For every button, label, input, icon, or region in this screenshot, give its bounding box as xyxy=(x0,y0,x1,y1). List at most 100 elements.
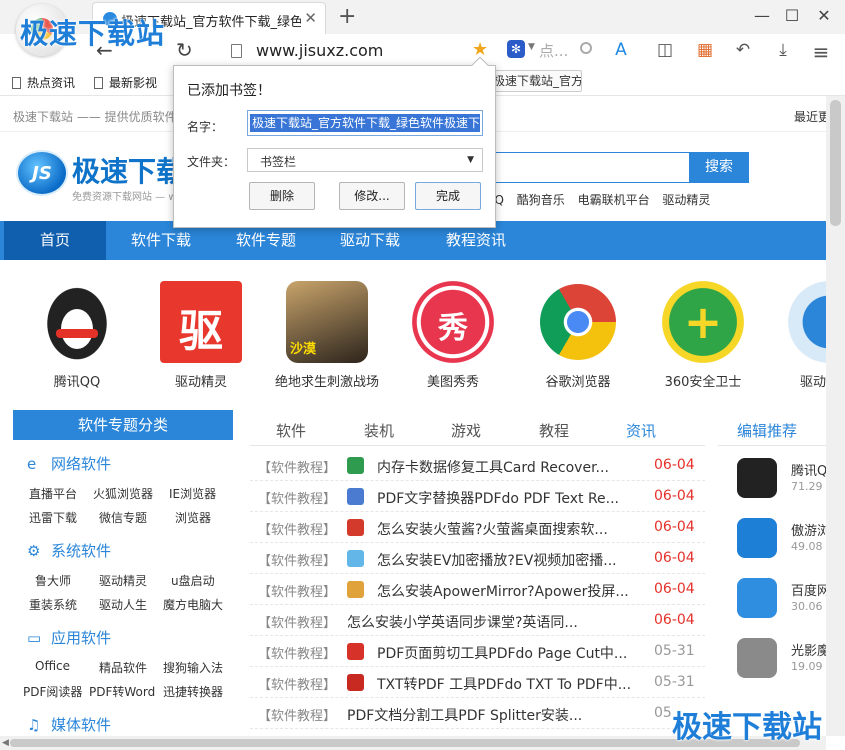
hot-link[interactable]: 电霸联机平台 xyxy=(578,193,650,207)
news-title[interactable]: 怎么安装火萤酱?火萤酱桌面搜索软... xyxy=(377,519,647,539)
news-row[interactable]: 【软件教程】 PDF页面剪切工具PDFdo Page Cut中... 05-31 xyxy=(250,636,705,667)
tab-software[interactable]: 软件 xyxy=(276,420,306,441)
app-tile[interactable]: + 360安全卫士 xyxy=(648,281,758,390)
category-link[interactable]: 驱动精灵 xyxy=(99,572,147,589)
category-link[interactable]: 重装系统 xyxy=(29,596,77,613)
category-link[interactable]: PDF转Word xyxy=(89,683,155,700)
app-tile[interactable]: 沙漠 绝地求生刺激战场 xyxy=(272,281,382,390)
search-input[interactable]: 点... xyxy=(539,40,568,61)
news-row[interactable]: 【软件教程】 怎么安装EV加密播放?EV视频加密播... 06-04 xyxy=(250,543,705,574)
hot-link[interactable]: 酷狗音乐 xyxy=(517,193,565,207)
tab-close-icon[interactable]: ✕ xyxy=(304,9,317,27)
category-link[interactable]: 精品软件 xyxy=(99,659,147,676)
category-link[interactable]: 魔方电脑大 xyxy=(163,596,223,613)
tab-tutorials[interactable]: 教程 xyxy=(539,420,569,441)
news-row[interactable]: 【软件教程】 PDF文档分割工具PDF Splitter安装... 05 xyxy=(250,698,705,729)
chevron-down-icon[interactable]: ▼ xyxy=(467,155,474,165)
category-link[interactable]: Office xyxy=(35,659,70,673)
news-row[interactable]: 【软件教程】 怎么安装小学英语同步课堂?英语同... 06-04 xyxy=(250,605,705,636)
category-link[interactable]: 浏览器 xyxy=(175,509,211,526)
vertical-scrollbar[interactable] xyxy=(826,96,845,736)
baidu-paw-icon[interactable]: ✻ xyxy=(507,40,525,58)
news-title[interactable]: 怎么安装小学英语同步课堂?英语同... xyxy=(347,612,647,632)
tab-news[interactable]: 资讯 xyxy=(626,420,656,441)
category-link[interactable]: 迅捷转换器 xyxy=(163,683,223,700)
app-tile[interactable]: 驱动 xyxy=(772,281,826,390)
recommend-name[interactable]: 腾讯Q xyxy=(791,460,826,479)
site-search-button[interactable]: 搜索 xyxy=(689,152,749,183)
reader-icon[interactable]: ◫ xyxy=(654,40,676,60)
maximize-button[interactable]: ☐ xyxy=(782,6,802,25)
close-window-button[interactable]: ✕ xyxy=(814,6,834,25)
chevron-down-icon[interactable]: ▼ xyxy=(528,42,535,52)
bookmark-item[interactable]: 最新影视 xyxy=(94,74,157,91)
bookmark-name-selection[interactable]: 极速下载站_官方软件下载_绿色软件极速下载站 xyxy=(250,114,480,132)
recommend-item[interactable]: 傲游浏 49.08 xyxy=(737,518,826,574)
news-title[interactable]: PDF页面剪切工具PDFdo Page Cut中... xyxy=(377,643,647,663)
refresh-button[interactable]: ↻ xyxy=(176,38,193,62)
recommend-name[interactable]: 光影魔 xyxy=(791,640,826,659)
news-title[interactable]: PDF文字替换器PDFdo PDF Text Re... xyxy=(377,488,647,508)
minimize-button[interactable]: — xyxy=(752,6,772,25)
undo-icon[interactable]: ↶ xyxy=(732,40,754,60)
category-title[interactable]: ▭ 应用软件 xyxy=(27,627,111,648)
shield-icon[interactable]: A xyxy=(610,40,632,60)
recent-link[interactable]: 最近更 xyxy=(794,108,826,125)
menu-icon[interactable]: ≡ xyxy=(810,40,832,64)
news-title[interactable]: 怎么安装EV加密播放?EV视频加密播... xyxy=(377,550,647,570)
app-tile[interactable]: 秀 美图秀秀 xyxy=(398,281,508,390)
site-logo[interactable]: JS xyxy=(16,150,68,196)
category-title[interactable]: ♫ 媒体软件 xyxy=(27,714,111,735)
recommend-name[interactable]: 傲游浏 xyxy=(791,520,826,539)
recommend-item[interactable]: 光影魔 19.09 xyxy=(737,638,826,694)
software-icon xyxy=(347,581,364,598)
site-search-input[interactable] xyxy=(494,152,689,183)
news-title[interactable]: 怎么安装ApowerMirror?Apower投屏... xyxy=(377,581,647,601)
scroll-left-icon[interactable]: ◀ xyxy=(2,738,9,748)
category-link[interactable]: 鲁大师 xyxy=(35,572,71,589)
news-title[interactable]: 内存卡数据修复工具Card Recover... xyxy=(377,457,647,477)
news-row[interactable]: 【软件教程】 怎么安装ApowerMirror?Apower投屏... 06-04 xyxy=(250,574,705,605)
address-bar[interactable]: www.jisuxz.com xyxy=(256,41,383,60)
news-row[interactable]: 【软件教程】 内存卡数据修复工具Card Recover... 06-04 xyxy=(250,450,705,481)
download-icon[interactable]: ⤓ xyxy=(772,40,794,60)
category-link[interactable]: 搜狗输入法 xyxy=(163,659,223,676)
apps-icon[interactable]: ▦ xyxy=(694,40,716,60)
tab-install[interactable]: 装机 xyxy=(364,420,394,441)
category-link[interactable]: 直播平台 xyxy=(29,485,77,502)
nav-home[interactable]: 首页 xyxy=(4,221,106,260)
app-tile[interactable]: 腾讯QQ xyxy=(22,281,132,390)
hot-link[interactable]: 驱动精灵 xyxy=(662,193,710,207)
folder-select[interactable]: 书签栏 ▼ xyxy=(247,148,483,172)
news-title[interactable]: PDF文档分割工具PDF Splitter安装... xyxy=(347,705,647,725)
category-link[interactable]: PDF阅读器 xyxy=(23,683,82,700)
news-row[interactable]: 【软件教程】 TXT转PDF 工具PDFdo TXT To PDF中... 05-3… xyxy=(250,667,705,698)
tab-games[interactable]: 游戏 xyxy=(451,420,481,441)
category-link[interactable]: 迅雷下载 xyxy=(29,509,77,526)
category-link[interactable]: 驱动人生 xyxy=(99,596,147,613)
news-row[interactable]: 【软件教程】 PDF文字替换器PDFdo PDF Text Re... 06-04 xyxy=(250,481,705,512)
category-link[interactable]: u盘启动 xyxy=(171,572,215,589)
news-title[interactable]: TXT转PDF 工具PDFdo TXT To PDF中... xyxy=(377,674,647,694)
search-icon[interactable] xyxy=(580,42,592,54)
recommend-item[interactable]: 腾讯Q 71.29 xyxy=(737,458,826,514)
category-link[interactable]: 火狐浏览器 xyxy=(93,485,153,502)
done-button[interactable]: 完成 xyxy=(415,182,481,210)
scroll-thumb[interactable] xyxy=(830,100,841,226)
recommend-item[interactable]: 百度网 30.06 xyxy=(737,578,826,634)
news-row[interactable]: 【软件教程】 怎么安装火萤酱?火萤酱桌面搜索软... 06-04 xyxy=(250,512,705,543)
delete-button[interactable]: 删除 xyxy=(249,182,315,210)
category-link[interactable]: 微信专题 xyxy=(99,509,147,526)
new-bookmark-item[interactable]: 极速下载站_官方软件 xyxy=(488,70,582,92)
app-tile[interactable]: 驱 驱动精灵 xyxy=(146,281,256,390)
category-link[interactable]: IE浏览器 xyxy=(169,485,216,502)
bookmark-item[interactable]: 热点资讯 xyxy=(12,74,75,91)
recommend-name[interactable]: 百度网 xyxy=(791,580,826,599)
search-engine-box[interactable]: ✻ ▼ 点... xyxy=(507,40,593,62)
app-tile[interactable]: 谷歌浏览器 xyxy=(523,281,633,390)
new-tab-button[interactable]: + xyxy=(338,4,356,29)
edit-button[interactable]: 修改... xyxy=(339,182,405,210)
site-name[interactable]: 极速下载 xyxy=(72,150,184,190)
category-title[interactable]: ⚙ 系统软件 xyxy=(27,540,111,561)
category-title[interactable]: e 网络软件 xyxy=(27,453,111,474)
